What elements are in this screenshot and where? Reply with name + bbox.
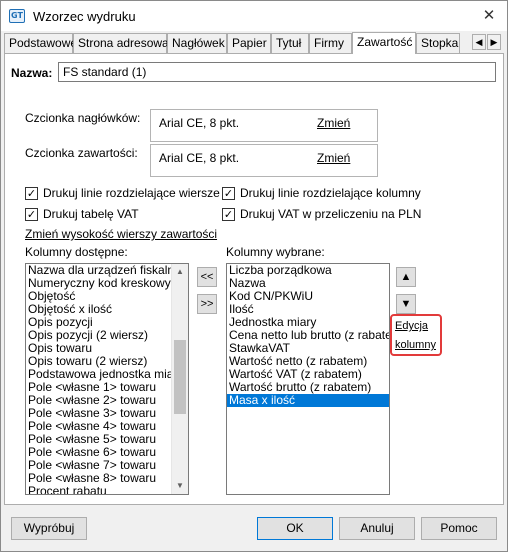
help-button[interactable]: Pomoc [421, 517, 497, 540]
row-lines-checkbox[interactable]: ✓ Drukuj linie rozdzielające wiersze [25, 186, 220, 202]
tab-strona-adresowa[interactable]: Strona adresowa [73, 33, 169, 53]
edit-columns-link-line1[interactable]: Edycja [395, 320, 428, 332]
vat-table-label: Drukuj tabelę VAT [43, 207, 139, 221]
available-columns-label: Kolumny dostępne: [25, 245, 128, 259]
available-columns-list[interactable]: Nazwa dla urządzeń fiskalnych Numeryczny… [25, 263, 189, 495]
arrow-up-icon: ▲ [400, 271, 412, 283]
move-up-button[interactable]: ▲ [396, 267, 416, 287]
scroll-down-icon[interactable]: ▼ [172, 478, 188, 494]
name-field[interactable]: FS standard (1) [58, 62, 496, 82]
check-icon: ✓ [25, 187, 38, 200]
tab-scroll-right-icon[interactable]: ▶ [487, 34, 501, 50]
vat-conv-checkbox[interactable]: ✓ Drukuj VAT w przeliczeniu na PLN [222, 207, 421, 223]
app-logo-icon: GT [9, 9, 25, 23]
tab-zawartosc[interactable]: Zawartość [352, 32, 416, 54]
available-scrollbar[interactable]: ▲ ▼ [171, 264, 188, 494]
scroll-up-icon[interactable]: ▲ [172, 264, 188, 280]
selected-list-item[interactable]: Masa x ilość [227, 394, 389, 407]
add-column-button[interactable]: >> [197, 294, 217, 314]
tab-scroll-left-icon[interactable]: ◀ [472, 34, 486, 50]
content-panel: Nazwa: FS standard (1) Czcionka nagłówkó… [4, 53, 504, 505]
list-item[interactable]: Procent rabatu [26, 485, 188, 495]
header-font-box: Arial CE, 8 pkt. Zmień [150, 109, 378, 142]
row-lines-label: Drukuj linie rozdzielające wiersze [43, 186, 220, 200]
tab-stopka[interactable]: Stopka [416, 33, 460, 53]
content-font-label: Czcionka zawartości: [25, 146, 138, 160]
check-icon: ✓ [222, 208, 235, 221]
header-font-label: Czcionka nagłówków: [25, 111, 141, 125]
selected-columns-list[interactable]: Liczba porządkowa Nazwa Kod CN/PKWiU Ilo… [226, 263, 390, 495]
tab-podstawowe[interactable]: Podstawowe [4, 33, 77, 53]
header-font-value: Arial CE, 8 pkt. [159, 116, 240, 130]
vat-conv-label: Drukuj VAT w przeliczeniu na PLN [240, 207, 422, 221]
window-title: Wzorzec wydruku [33, 9, 136, 24]
remove-column-button[interactable]: << [197, 267, 217, 287]
move-down-button[interactable]: ▼ [396, 294, 416, 314]
arrow-down-icon: ▼ [400, 298, 412, 310]
header-font-change-link[interactable]: Zmień [317, 116, 350, 130]
title-bar: GT Wzorzec wydruku ✕ [1, 1, 507, 31]
check-icon: ✓ [222, 187, 235, 200]
content-font-value: Arial CE, 8 pkt. [159, 151, 240, 165]
vat-table-checkbox[interactable]: ✓ Drukuj tabelę VAT [25, 207, 215, 223]
content-font-change-link[interactable]: Zmień [317, 151, 350, 165]
ok-button[interactable]: OK [257, 517, 333, 540]
tab-firmy[interactable]: Firmy [309, 33, 352, 53]
available-items: Nazwa dla urządzeń fiskalnych Numeryczny… [26, 264, 188, 495]
tab-tytul[interactable]: Tytuł [271, 33, 309, 53]
check-icon: ✓ [25, 208, 38, 221]
tab-naglowek[interactable]: Nagłówek [167, 33, 227, 53]
selected-columns-label: Kolumny wybrane: [226, 245, 325, 259]
dialog-window: GT Wzorzec wydruku ✕ Podstawowe Strona a… [0, 0, 508, 552]
content-font-box: Arial CE, 8 pkt. Zmień [150, 144, 378, 177]
tab-papier[interactable]: Papier [227, 33, 271, 53]
test-button[interactable]: Wypróbuj [11, 517, 87, 540]
close-icon[interactable]: ✕ [477, 4, 501, 28]
row-height-link[interactable]: Zmień wysokość wierszy zawartości [25, 227, 217, 241]
tab-strip: Podstawowe Strona adresowa Nagłówek Papi… [4, 32, 504, 54]
col-lines-checkbox[interactable]: ✓ Drukuj linie rozdzielające kolumny [222, 186, 421, 202]
name-label: Nazwa: [11, 66, 53, 80]
scroll-thumb[interactable] [174, 340, 186, 414]
edit-columns-link-line2[interactable]: kolumny [395, 339, 436, 351]
cancel-button[interactable]: Anuluj [339, 517, 415, 540]
col-lines-label: Drukuj linie rozdzielające kolumny [240, 186, 421, 200]
